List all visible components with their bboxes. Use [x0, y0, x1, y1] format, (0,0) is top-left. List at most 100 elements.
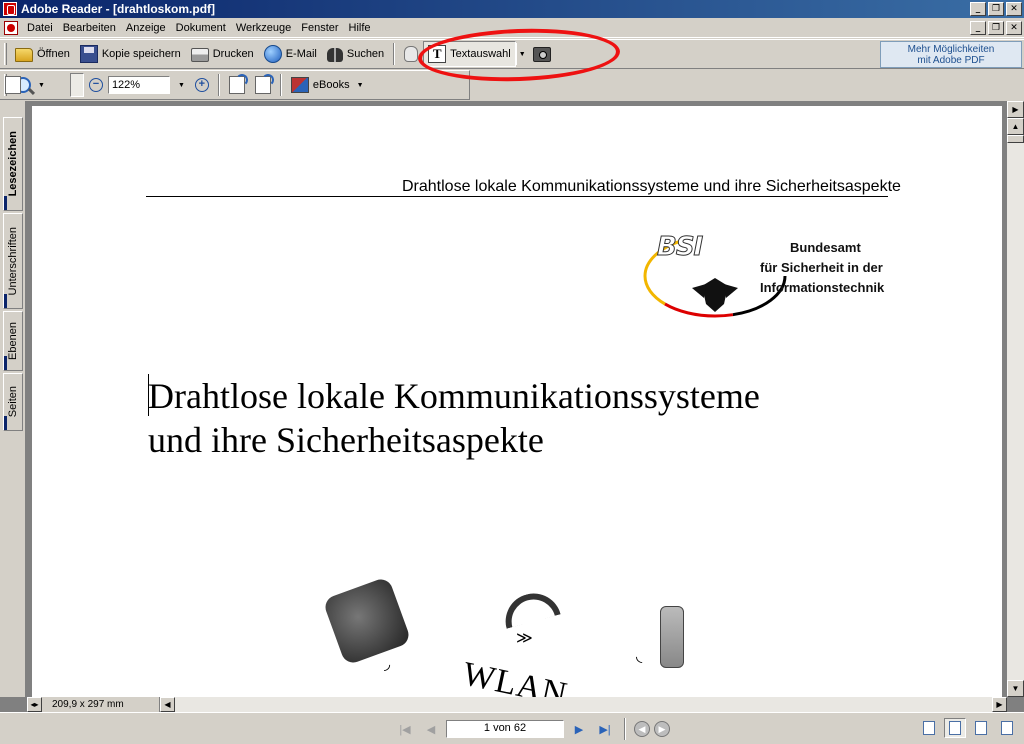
- ebooks-button[interactable]: eBooks ▼: [286, 73, 369, 97]
- hand-tool-button[interactable]: [399, 42, 423, 66]
- last-page-button[interactable]: ▶|: [594, 719, 616, 739]
- single-page-layout-button[interactable]: [918, 718, 940, 738]
- adobe-pdf-promo-button[interactable]: Mehr Möglichkeiten mit Adobe PDF: [880, 41, 1022, 68]
- floppy-disk-icon: [79, 45, 98, 63]
- status-bar: |◀ ◀ 1 von 62 ▶ ▶| ◀ ▶: [0, 712, 1024, 744]
- save-copy-button[interactable]: Kopie speichern: [75, 42, 186, 66]
- save-copy-label: Kopie speichern: [101, 48, 181, 60]
- toolbar-separator: [279, 74, 282, 96]
- snapshot-tool-button[interactable]: [528, 42, 556, 66]
- zoom-out-button[interactable]: −: [84, 73, 108, 97]
- previous-view-button[interactable]: ◀: [634, 721, 650, 737]
- open-button[interactable]: Öffnen: [10, 42, 75, 66]
- menu-anzeige[interactable]: Anzeige: [121, 19, 171, 37]
- promo-line1: Mehr Möglichkeiten: [907, 44, 995, 55]
- menu-dokument[interactable]: Dokument: [171, 19, 231, 37]
- maximize-button[interactable]: ❐: [988, 2, 1004, 16]
- hand-icon: [404, 46, 419, 62]
- logo-line3: Informationstechnik: [760, 280, 885, 295]
- menu-bearbeiten[interactable]: Bearbeiten: [58, 19, 121, 37]
- first-page-button[interactable]: |◀: [394, 719, 416, 739]
- document-title[interactable]: Drahtlose lokale Kommunikationssysteme u…: [148, 374, 760, 462]
- zoom-dropdown[interactable]: ▼: [170, 73, 190, 97]
- page-layout-buttons: [918, 718, 1018, 738]
- folder-open-icon: [15, 48, 33, 62]
- binoculars-icon: [326, 48, 343, 62]
- search-button[interactable]: Suchen: [322, 42, 389, 66]
- minimize-button[interactable]: _: [970, 2, 986, 16]
- running-header: Drahtlose lokale Kommunikationssysteme u…: [402, 178, 901, 195]
- print-label: Drucken: [212, 48, 254, 60]
- horizontal-scrollbar[interactable]: ◂▸ 209,9 x 297 mm ◀ ▶: [27, 697, 1007, 712]
- print-button[interactable]: Drucken: [186, 42, 259, 66]
- headset-image: [499, 587, 561, 629]
- continuous-facing-layout-button[interactable]: [970, 718, 992, 738]
- close-button[interactable]: ✕: [1006, 2, 1022, 16]
- ebooks-icon: [290, 77, 309, 93]
- bsi-logo-text: Bundesamt für Sicherheit in der Informat…: [760, 238, 884, 298]
- scroll-up-button[interactable]: ▲: [1007, 118, 1024, 135]
- text-select-tool[interactable]: T Textauswahl: [423, 41, 516, 67]
- menu-werkzeuge[interactable]: Werkzeuge: [231, 19, 296, 37]
- zoom-level-field[interactable]: 122%: [107, 76, 170, 94]
- zoom-out-icon: −: [88, 78, 103, 92]
- page-viewport[interactable]: Drahtlose lokale Kommunikationssysteme u…: [27, 101, 1007, 697]
- rotate-clockwise-button[interactable]: [224, 73, 250, 97]
- chevron-down-icon[interactable]: ▼: [38, 82, 45, 89]
- next-view-button[interactable]: ▶: [654, 721, 670, 737]
- facing-layout-button[interactable]: [996, 718, 1018, 738]
- open-label: Öffnen: [37, 48, 70, 60]
- scroll-left-button[interactable]: ◀: [160, 697, 175, 712]
- actual-size-button[interactable]: [5, 73, 60, 97]
- signal-wave-icon: ◞: [384, 654, 391, 673]
- tab-lesezeichen-label: Lesezeichen: [7, 131, 19, 197]
- doc-minimize-button[interactable]: _: [970, 21, 986, 35]
- page-size-toggle-icon[interactable]: ◂▸: [27, 697, 42, 712]
- header-rule: [146, 196, 888, 197]
- view-toolbar: ▼ − 122% ▼ + eBooks ▼: [0, 70, 470, 100]
- scroll-right-button[interactable]: ▶: [992, 697, 1007, 712]
- page-navigation: |◀ ◀ 1 von 62 ▶ ▶| ◀ ▶: [394, 718, 670, 740]
- doc-close-button[interactable]: ✕: [1006, 21, 1022, 35]
- pdf-page[interactable]: Drahtlose lokale Kommunikationssysteme u…: [32, 106, 1002, 697]
- continuous-layout-button[interactable]: [944, 718, 966, 738]
- toolbar-separator: [217, 74, 220, 96]
- single-page-icon: [923, 721, 935, 735]
- fit-width-icon: [5, 76, 21, 94]
- page-size-readout: 209,9 x 297 mm: [42, 697, 160, 712]
- vertical-scroll-thumb[interactable]: [1007, 135, 1024, 143]
- rotate-counterclockwise-icon: [254, 74, 274, 94]
- vertical-scrollbar[interactable]: ▶ ▲ ▼: [1007, 101, 1024, 697]
- doc-restore-button[interactable]: ❐: [988, 21, 1004, 35]
- next-page-button[interactable]: ▶: [568, 719, 590, 739]
- promo-line2: mit Adobe PDF: [917, 55, 985, 66]
- document-icon[interactable]: [4, 20, 18, 35]
- signal-wave-icon: ≫: [516, 628, 533, 647]
- printer-icon: [190, 48, 209, 62]
- zoom-in-button[interactable]: +: [190, 73, 214, 97]
- fit-width-button[interactable]: [5, 73, 84, 97]
- tab-lesezeichen[interactable]: Lesezeichen: [3, 117, 23, 211]
- facing-page-icon: [1001, 721, 1013, 735]
- tab-unterschriften-label: Unterschriften: [7, 226, 19, 296]
- menu-datei[interactable]: Datei: [22, 19, 58, 37]
- tab-ebenen[interactable]: Ebenen: [3, 311, 23, 371]
- rotate-counterclockwise-button[interactable]: [250, 73, 276, 97]
- scroll-down-button[interactable]: ▼: [1007, 680, 1024, 697]
- menu-bar: Datei Bearbeiten Anzeige Dokument Werkze…: [0, 18, 1024, 38]
- previous-page-button[interactable]: ◀: [420, 719, 442, 739]
- email-button[interactable]: E-Mail: [259, 42, 322, 66]
- tab-seiten-label: Seiten: [7, 386, 19, 418]
- tab-seiten[interactable]: Seiten: [3, 373, 23, 431]
- ebooks-label: eBooks: [312, 79, 350, 91]
- chevron-down-icon: ▼: [356, 81, 364, 89]
- text-select-dropdown[interactable]: ▼: [515, 43, 528, 65]
- split-arrow-icon[interactable]: ▶: [1007, 101, 1024, 118]
- menu-hilfe[interactable]: Hilfe: [344, 19, 376, 37]
- toolbar-grip[interactable]: [4, 43, 7, 65]
- tab-unterschriften[interactable]: Unterschriften: [3, 213, 23, 309]
- title-line2: und ihre Sicherheitsaspekte: [148, 420, 544, 460]
- fit-page-button[interactable]: [5, 73, 70, 97]
- menu-fenster[interactable]: Fenster: [296, 19, 343, 37]
- page-number-field[interactable]: 1 von 62: [446, 720, 564, 738]
